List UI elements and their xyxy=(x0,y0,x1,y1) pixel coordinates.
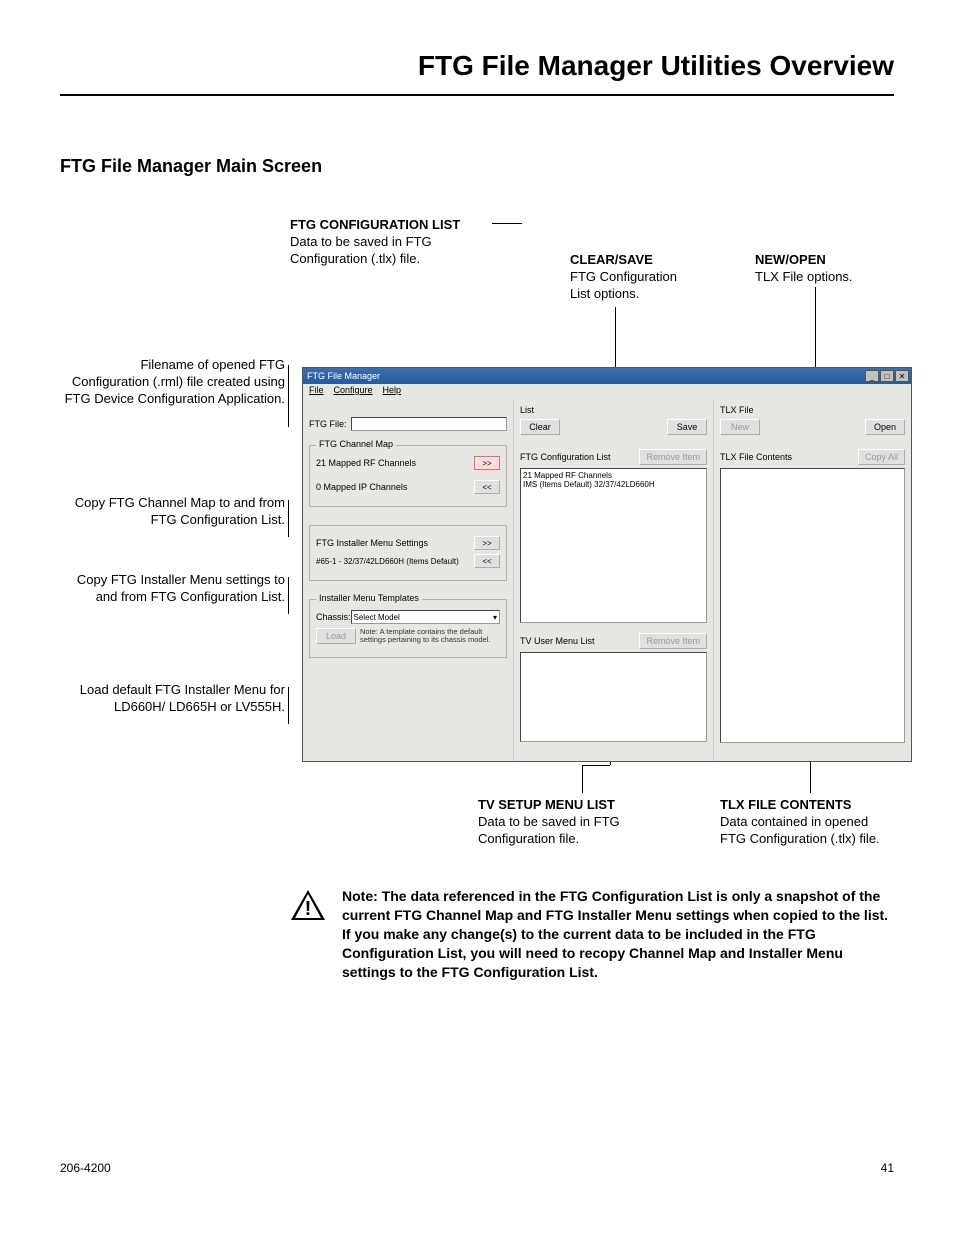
chassis-label: Chassis: xyxy=(316,612,351,622)
middle-panel: List Clear Save FTG Configuration List R… xyxy=(513,399,713,761)
list-item[interactable]: 21 Mapped RF Channels xyxy=(523,471,704,480)
installer-line: #65-1 - 32/37/42LD660H (Items Default) xyxy=(316,557,459,566)
callout-body: FTG Configuration (.tlx) file. xyxy=(720,831,940,848)
tlx-file-label: TLX File xyxy=(720,405,905,415)
callout-new-open: NEW/OPEN TLX File options. xyxy=(755,252,905,286)
tv-menu-list-label: TV User Menu List xyxy=(520,636,595,646)
tv-menu-listbox[interactable] xyxy=(520,652,707,742)
close-icon[interactable]: ✕ xyxy=(895,370,909,382)
callout-title: FTG CONFIGURATION LIST xyxy=(290,217,510,234)
new-button[interactable]: New xyxy=(720,419,760,435)
copy-all-button[interactable]: Copy All xyxy=(858,449,905,465)
group-installer-menu: FTG Installer Menu Settings >> #65-1 - 3… xyxy=(309,525,507,581)
menubar: File Configure Help xyxy=(303,384,911,399)
callout-body: Data to be saved in FTG xyxy=(478,814,698,831)
callout-title: NEW/OPEN xyxy=(755,252,905,269)
ip-channels-label: 0 Mapped IP Channels xyxy=(316,482,407,492)
callout-copy-installer: Copy FTG Installer Menu settings to and … xyxy=(60,572,285,606)
warning-icon: ! xyxy=(290,889,326,921)
copy-left-ip-button[interactable]: << xyxy=(474,480,500,494)
copy-right-installer-button[interactable]: >> xyxy=(474,536,500,550)
callout-load-default: Load default FTG Installer Menu for LD66… xyxy=(60,682,285,716)
callout-copy-map: Copy FTG Channel Map to and from FTG Con… xyxy=(60,495,285,529)
maximize-icon[interactable]: □ xyxy=(880,370,894,382)
tlx-contents-label: TLX File Contents xyxy=(720,452,792,462)
group-channel-map: FTG Channel Map 21 Mapped RF Channels >>… xyxy=(309,445,507,507)
ftg-file-input[interactable] xyxy=(351,417,508,431)
rf-channels-label: 21 Mapped RF Channels xyxy=(316,458,416,468)
minimize-icon[interactable]: _ xyxy=(865,370,879,382)
template-note: Note: A template contains the default se… xyxy=(360,628,500,645)
ftg-config-listbox[interactable]: 21 Mapped RF Channels IMS (Items Default… xyxy=(520,468,707,623)
open-button[interactable]: Open xyxy=(865,419,905,435)
callout-clear-save: CLEAR/SAVE FTG Configuration List option… xyxy=(570,252,730,303)
page-footer: 206-4200 41 xyxy=(60,1161,894,1175)
divider xyxy=(60,94,894,96)
footer-left: 206-4200 xyxy=(60,1161,111,1175)
copy-left-installer-button[interactable]: << xyxy=(474,554,500,568)
callout-body: Configuration (.tlx) file. xyxy=(290,251,510,268)
diagram: FTG CONFIGURATION LIST Data to be saved … xyxy=(60,217,894,857)
callout-title: CLEAR/SAVE xyxy=(570,252,730,269)
ftg-file-label: FTG File: xyxy=(309,419,347,429)
menu-configure[interactable]: Configure xyxy=(334,385,373,398)
section-title: FTG File Manager Main Screen xyxy=(60,156,894,177)
page-title: FTG File Manager Utilities Overview xyxy=(60,50,894,82)
list-item[interactable]: IMS (Items Default) 32/37/42LD660H xyxy=(523,480,704,489)
menu-file[interactable]: File xyxy=(309,385,324,398)
save-button[interactable]: Save xyxy=(667,419,707,435)
tlx-contents-listbox[interactable] xyxy=(720,468,905,743)
callout-body: TLX File options. xyxy=(755,269,905,286)
right-panel: TLX File New Open TLX File Contents Copy… xyxy=(713,399,911,761)
installer-settings-label: FTG Installer Menu Settings xyxy=(316,538,428,548)
group-templates: Installer Menu Templates Chassis: Select… xyxy=(309,599,507,658)
callout-body: Data to be saved in FTG xyxy=(290,234,510,251)
callout-body: Configuration file. xyxy=(478,831,698,848)
group-title: Installer Menu Templates xyxy=(316,593,422,603)
callout-tlx-contents: TLX FILE CONTENTS Data contained in open… xyxy=(720,797,940,848)
app-window: FTG File Manager _ □ ✕ File Configure He… xyxy=(302,367,912,762)
window-title: FTG File Manager xyxy=(305,371,865,381)
callout-title: TV SETUP MENU LIST xyxy=(478,797,698,814)
callout-ftg-config-list: FTG CONFIGURATION LIST Data to be saved … xyxy=(290,217,510,268)
callout-body: List options. xyxy=(570,286,730,303)
config-list-label: FTG Configuration List xyxy=(520,452,611,462)
footer-right: 41 xyxy=(881,1161,894,1175)
callout-title: TLX FILE CONTENTS xyxy=(720,797,940,814)
svg-text:!: ! xyxy=(305,898,312,920)
copy-right-rf-button[interactable]: >> xyxy=(474,456,500,470)
remove-item-button-2[interactable]: Remove Item xyxy=(639,633,707,649)
callout-tv-setup: TV SETUP MENU LIST Data to be saved in F… xyxy=(478,797,698,848)
callout-filename: Filename of opened FTG Configuration (.r… xyxy=(60,357,285,408)
callout-body: Data contained in opened xyxy=(720,814,940,831)
titlebar: FTG File Manager _ □ ✕ xyxy=(303,368,911,384)
note-block: ! Note: The data referenced in the FTG C… xyxy=(290,887,894,981)
load-button[interactable]: Load xyxy=(316,628,356,644)
group-title: FTG Channel Map xyxy=(316,439,396,449)
menu-help[interactable]: Help xyxy=(383,385,402,398)
left-panel: FTG File: FTG Channel Map 21 Mapped RF C… xyxy=(303,399,513,761)
list-label: List xyxy=(520,405,707,415)
remove-item-button[interactable]: Remove Item xyxy=(639,449,707,465)
callout-body: FTG Configuration xyxy=(570,269,730,286)
clear-button[interactable]: Clear xyxy=(520,419,560,435)
note-text: Note: The data referenced in the FTG Con… xyxy=(342,887,894,981)
chassis-select[interactable]: Select Model xyxy=(351,610,500,624)
